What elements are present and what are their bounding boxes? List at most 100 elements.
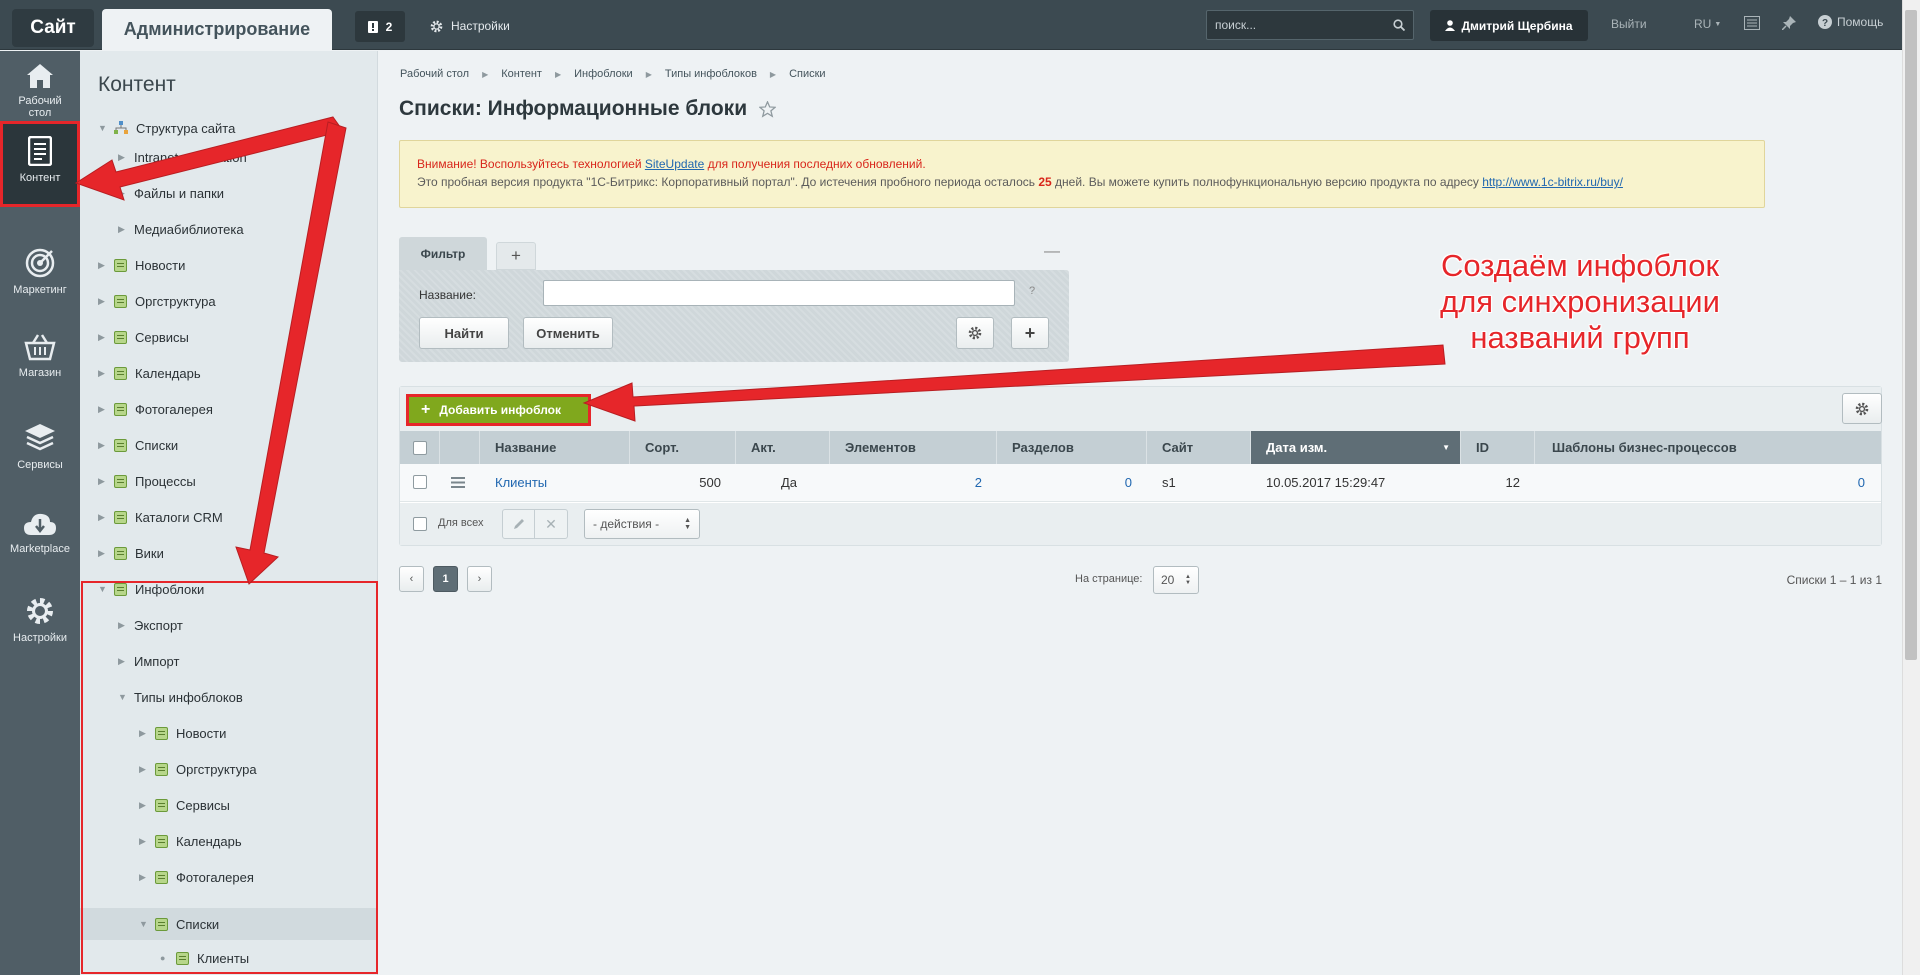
tree-item[interactable]: ▶ Сервисы bbox=[139, 790, 230, 820]
tree-item[interactable]: ▼ Типы инфоблоков bbox=[118, 682, 243, 712]
row-elements-link[interactable]: 2 bbox=[830, 475, 982, 490]
row-name-link[interactable]: Клиенты bbox=[495, 475, 547, 490]
user-button[interactable]: Дмитрий Щербина bbox=[1430, 10, 1588, 41]
tree-item[interactable]: ▶ Фотогалерея bbox=[98, 394, 213, 424]
tree-item[interactable]: ▶ Экспорт bbox=[118, 610, 183, 640]
delete-icon[interactable]: ✕ bbox=[535, 510, 567, 538]
tree-item-selected[interactable]: ▼ Списки bbox=[139, 909, 219, 939]
next-page-button[interactable]: › bbox=[467, 566, 492, 592]
cancel-button[interactable]: Отменить bbox=[523, 317, 613, 349]
collapsed-arrow-icon[interactable]: ▶ bbox=[139, 800, 155, 811]
collapsed-arrow-icon[interactable]: ▶ bbox=[98, 440, 114, 451]
expanded-arrow-icon[interactable]: ▼ bbox=[139, 919, 155, 929]
rail-item-services[interactable]: Сервисы bbox=[0, 423, 80, 471]
tree-item[interactable]: ▶ Фотогалерея bbox=[139, 862, 254, 892]
prev-page-button[interactable]: ‹ bbox=[399, 566, 424, 592]
tree-item[interactable]: ▶ Сервисы bbox=[98, 322, 189, 352]
collapsed-arrow-icon[interactable]: ▶ bbox=[98, 332, 114, 343]
per-page-select[interactable]: 20 ▲ ▼ bbox=[1153, 566, 1199, 594]
collapsed-arrow-icon[interactable]: ▶ bbox=[118, 152, 134, 163]
star-icon[interactable] bbox=[759, 100, 777, 118]
rail-item-marketing[interactable]: Маркетинг bbox=[0, 248, 80, 296]
settings-link[interactable]: Настройки bbox=[430, 14, 510, 38]
help-link[interactable]: ? Помощь bbox=[1818, 15, 1883, 29]
rail-item-shop[interactable]: Магазин bbox=[0, 333, 80, 379]
filter-name-input[interactable] bbox=[543, 280, 1015, 306]
breadcrumb-item[interactable]: Инфоблоки bbox=[574, 68, 633, 80]
row-sections-link[interactable]: 0 bbox=[997, 475, 1132, 490]
collapsed-arrow-icon[interactable]: ▶ bbox=[118, 656, 134, 667]
siteupdate-link[interactable]: SiteUpdate bbox=[645, 157, 704, 171]
language-select[interactable]: RU ▼ bbox=[1694, 17, 1721, 31]
add-iblock-button[interactable]: + Добавить инфоблок bbox=[406, 394, 591, 426]
help-icon[interactable]: ? bbox=[1029, 285, 1035, 297]
expanded-arrow-icon[interactable]: ▼ bbox=[98, 584, 114, 594]
tree-item[interactable]: ▶ Оргструктура bbox=[98, 286, 216, 316]
for-all-checkbox[interactable] bbox=[413, 517, 427, 534]
collapsed-arrow-icon[interactable]: ▶ bbox=[98, 476, 114, 487]
breadcrumb-item[interactable]: Типы инфоблоков bbox=[665, 68, 757, 80]
rail-item-settings[interactable]: Настройки bbox=[0, 596, 80, 644]
column-header-sections[interactable]: Разделов bbox=[997, 431, 1147, 464]
collapsed-arrow-icon[interactable]: ▶ bbox=[98, 404, 114, 415]
tree-item[interactable]: ▶ Каталоги CRM bbox=[98, 502, 223, 532]
checkbox[interactable] bbox=[413, 517, 427, 531]
grid-settings-button[interactable] bbox=[1842, 393, 1882, 424]
tree-item[interactable]: ▶ Новости bbox=[139, 718, 226, 748]
tree-item[interactable]: ▶ Intranet corporation bbox=[118, 142, 247, 172]
tree-item[interactable]: ▶ Вики bbox=[98, 538, 164, 568]
rail-item-marketplace[interactable]: Marketplace bbox=[0, 511, 80, 555]
page-number-current[interactable]: 1 bbox=[433, 566, 458, 592]
scrollbar-thumb[interactable] bbox=[1905, 10, 1917, 660]
breadcrumb-item[interactable]: Рабочий стол bbox=[400, 68, 469, 80]
tree-item[interactable]: ▶ Списки bbox=[98, 430, 178, 460]
tree-item[interactable]: ● Клиенты bbox=[160, 943, 249, 973]
collapsed-arrow-icon[interactable]: ▶ bbox=[139, 728, 155, 739]
collapsed-arrow-icon[interactable]: ▶ bbox=[98, 548, 114, 559]
select-all-checkbox[interactable] bbox=[400, 431, 440, 464]
collapsed-arrow-icon[interactable]: ▶ bbox=[118, 188, 134, 199]
add-filter-tab-button[interactable]: + bbox=[496, 242, 536, 270]
column-header-active[interactable]: Акт. bbox=[736, 431, 830, 464]
filter-settings-button[interactable] bbox=[956, 317, 994, 349]
column-header-name[interactable]: Название bbox=[480, 431, 630, 464]
expanded-arrow-icon[interactable]: ▼ bbox=[118, 692, 134, 702]
row-bp-link[interactable]: 0 bbox=[1535, 475, 1865, 490]
notifications-button[interactable]: 2 bbox=[355, 11, 405, 42]
breadcrumb-item[interactable]: Списки bbox=[789, 68, 826, 80]
column-header-bp-templates[interactable]: Шаблоны бизнес-процессов bbox=[1535, 431, 1881, 464]
tree-item[interactable]: ▶ Календарь bbox=[98, 358, 201, 388]
minimize-icon[interactable]: — bbox=[1044, 243, 1060, 261]
tree-item[interactable]: ▼ Инфоблоки bbox=[98, 574, 204, 604]
column-header-elements[interactable]: Элементов bbox=[830, 431, 997, 464]
pin-icon[interactable] bbox=[1782, 16, 1796, 30]
group-actions-select[interactable]: - действия - ▲ ▼ bbox=[584, 509, 700, 539]
tree-item[interactable]: ▶ Процессы bbox=[98, 466, 196, 496]
tree-item[interactable]: ▶ Календарь bbox=[139, 826, 242, 856]
logout-link[interactable]: Выйти bbox=[1611, 17, 1647, 31]
row-checkbox[interactable] bbox=[413, 475, 427, 492]
checkbox[interactable] bbox=[412, 440, 427, 455]
collapsed-arrow-icon[interactable]: ▶ bbox=[139, 764, 155, 775]
tree-item[interactable]: ▶ Импорт bbox=[118, 646, 179, 676]
search-input[interactable]: поиск... bbox=[1206, 10, 1414, 40]
column-header-id[interactable]: ID bbox=[1461, 431, 1535, 464]
search-icon[interactable] bbox=[1393, 19, 1405, 31]
favorites-icon[interactable] bbox=[1744, 16, 1760, 30]
edit-icon[interactable] bbox=[503, 510, 536, 538]
collapsed-arrow-icon[interactable]: ▶ bbox=[98, 296, 114, 307]
rail-item-desktop[interactable]: Рабочий стол bbox=[0, 63, 80, 119]
admin-tab[interactable]: Администрирование bbox=[102, 9, 332, 50]
collapsed-arrow-icon[interactable]: ▶ bbox=[98, 368, 114, 379]
tree-item[interactable]: ▼ Структура сайта bbox=[98, 113, 235, 143]
table-row[interactable]: Клиенты 500 Да 2 0 s1 10.05.2017 15:29:4… bbox=[400, 464, 1881, 502]
collapsed-arrow-icon[interactable]: ▶ bbox=[139, 872, 155, 883]
collapsed-arrow-icon[interactable]: ▶ bbox=[139, 836, 155, 847]
tree-item[interactable]: ▶ Новости bbox=[98, 250, 185, 280]
buy-link[interactable]: http://www.1c-bitrix.ru/buy/ bbox=[1482, 175, 1623, 189]
expanded-arrow-icon[interactable]: ▼ bbox=[98, 123, 114, 133]
collapsed-arrow-icon[interactable]: ▶ bbox=[98, 512, 114, 523]
collapsed-arrow-icon[interactable]: ▶ bbox=[118, 620, 134, 631]
tree-item[interactable]: ▶ Оргструктура bbox=[139, 754, 257, 784]
breadcrumb-item[interactable]: Контент bbox=[501, 68, 542, 80]
